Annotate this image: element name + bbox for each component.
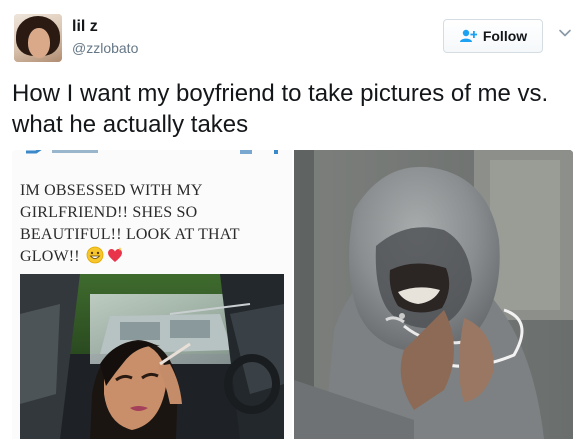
media-caption-text: IM OBSESSED WITH MY GIRLFRIEND!! SHES SO… (20, 182, 240, 265)
follow-button[interactable]: Follow (443, 19, 543, 53)
avatar[interactable] (14, 14, 62, 62)
chevron-down-icon[interactable] (558, 26, 572, 40)
hoodie-photo (294, 150, 573, 439)
add-user-icon (459, 29, 477, 42)
display-name[interactable]: lil z (72, 18, 98, 36)
sparkling-heart-emoji (108, 247, 123, 262)
user-handle[interactable]: @zzlobato (72, 40, 138, 56)
tweet-media-left[interactable]: IM OBSESSED WITH MY GIRLFRIEND!! SHES SO… (12, 150, 292, 439)
tweet-text: How I want my boyfriend to take pictures… (12, 80, 549, 138)
cropped-app-header (12, 150, 292, 162)
media-caption: IM OBSESSED WITH MY GIRLFRIEND!! SHES SO… (20, 180, 282, 268)
selfie-photo (20, 274, 284, 439)
smiley-face-emoji (86, 246, 104, 264)
tweet-media-right[interactable] (294, 150, 573, 439)
follow-button-label: Follow (482, 28, 528, 44)
